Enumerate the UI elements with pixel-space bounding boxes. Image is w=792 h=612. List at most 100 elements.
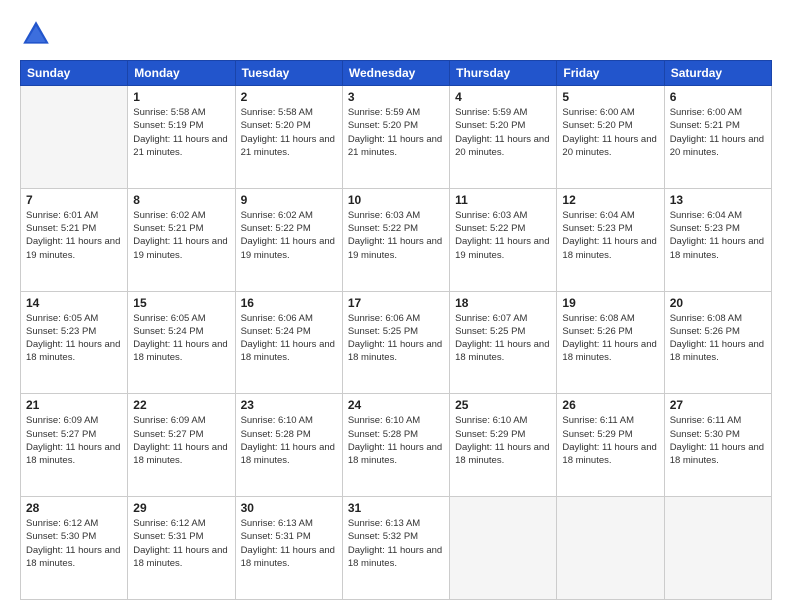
calendar-cell: 11 Sunrise: 6:03 AM Sunset: 5:22 PM Dayli… <box>450 188 557 291</box>
day-number: 1 <box>133 90 229 104</box>
calendar-cell: 2Sunrise: 5:58 AM Sunset: 5:20 PM Daylig… <box>235 86 342 189</box>
day-info: Sunrise: 6:03 AM Sunset: 5:22 PM Dayligh… <box>455 209 551 262</box>
day-info: Sunrise: 5:59 AM Sunset: 5:20 PM Dayligh… <box>348 106 444 159</box>
day-number: 24 <box>348 398 444 412</box>
day-info: Sunrise: 6:06 AM Sunset: 5:24 PM Dayligh… <box>241 312 337 365</box>
day-number: 19 <box>562 296 658 310</box>
page-header <box>20 18 772 50</box>
day-number: 11 <box>455 193 551 207</box>
calendar-cell: 22Sunrise: 6:09 AM Sunset: 5:27 PM Dayli… <box>128 394 235 497</box>
day-info: Sunrise: 6:02 AM Sunset: 5:21 PM Dayligh… <box>133 209 229 262</box>
column-header-thursday: Thursday <box>450 61 557 86</box>
calendar-cell: 27 Sunrise: 6:11 AM Sunset: 5:30 PM Dayli… <box>664 394 771 497</box>
calendar-cell: 20 Sunrise: 6:08 AM Sunset: 5:26 PM Dayli… <box>664 291 771 394</box>
day-info: Sunrise: 6:09 AM Sunset: 5:27 PM Dayligh… <box>133 414 229 467</box>
calendar-header-row: SundayMondayTuesdayWednesdayThursdayFrid… <box>21 61 772 86</box>
day-number: 10 <box>348 193 444 207</box>
day-info: Sunrise: 6:09 AM Sunset: 5:27 PM Dayligh… <box>26 414 122 467</box>
day-info: Sunrise: 6:12 AM Sunset: 5:31 PM Dayligh… <box>133 517 229 570</box>
day-number: 28 <box>26 501 122 515</box>
day-info: Sunrise: 6:03 AM Sunset: 5:22 PM Dayligh… <box>348 209 444 262</box>
day-number: 31 <box>348 501 444 515</box>
calendar-cell: 6 Sunrise: 6:00 AM Sunset: 5:21 PM Daylig… <box>664 86 771 189</box>
day-number: 3 <box>348 90 444 104</box>
day-info: Sunrise: 6:04 AM Sunset: 5:23 PM Dayligh… <box>670 209 766 262</box>
day-number: 18 <box>455 296 551 310</box>
calendar-cell <box>21 86 128 189</box>
calendar-week-4: 21 Sunrise: 6:09 AM Sunset: 5:27 PM Dayli… <box>21 394 772 497</box>
calendar-cell <box>450 497 557 600</box>
calendar-week-5: 28 Sunrise: 6:12 AM Sunset: 5:30 PM Dayli… <box>21 497 772 600</box>
calendar-cell: 26 Sunrise: 6:11 AM Sunset: 5:29 PM Dayli… <box>557 394 664 497</box>
day-number: 16 <box>241 296 337 310</box>
calendar-cell: 5Sunrise: 6:00 AM Sunset: 5:20 PM Daylig… <box>557 86 664 189</box>
day-info: Sunrise: 6:08 AM Sunset: 5:26 PM Dayligh… <box>670 312 766 365</box>
calendar-cell: 24 Sunrise: 6:10 AM Sunset: 5:28 PM Dayli… <box>342 394 449 497</box>
calendar-cell: 25Sunrise: 6:10 AM Sunset: 5:29 PM Dayli… <box>450 394 557 497</box>
day-number: 27 <box>670 398 766 412</box>
calendar-cell: 28 Sunrise: 6:12 AM Sunset: 5:30 PM Dayli… <box>21 497 128 600</box>
calendar-cell <box>557 497 664 600</box>
day-info: Sunrise: 6:05 AM Sunset: 5:24 PM Dayligh… <box>133 312 229 365</box>
day-info: Sunrise: 6:07 AM Sunset: 5:25 PM Dayligh… <box>455 312 551 365</box>
day-number: 15 <box>133 296 229 310</box>
day-number: 7 <box>26 193 122 207</box>
calendar-cell: 29Sunrise: 6:12 AM Sunset: 5:31 PM Dayli… <box>128 497 235 600</box>
column-header-friday: Friday <box>557 61 664 86</box>
calendar-cell: 19Sunrise: 6:08 AM Sunset: 5:26 PM Dayli… <box>557 291 664 394</box>
day-info: Sunrise: 6:13 AM Sunset: 5:31 PM Dayligh… <box>241 517 337 570</box>
calendar-cell: 14 Sunrise: 6:05 AM Sunset: 5:23 PM Dayli… <box>21 291 128 394</box>
calendar-week-1: 1Sunrise: 5:58 AM Sunset: 5:19 PM Daylig… <box>21 86 772 189</box>
calendar-cell: 8 Sunrise: 6:02 AM Sunset: 5:21 PM Daylig… <box>128 188 235 291</box>
calendar-week-3: 14 Sunrise: 6:05 AM Sunset: 5:23 PM Dayli… <box>21 291 772 394</box>
calendar-table: SundayMondayTuesdayWednesdayThursdayFrid… <box>20 60 772 600</box>
day-number: 23 <box>241 398 337 412</box>
column-header-tuesday: Tuesday <box>235 61 342 86</box>
day-info: Sunrise: 6:00 AM Sunset: 5:20 PM Dayligh… <box>562 106 658 159</box>
column-header-saturday: Saturday <box>664 61 771 86</box>
day-info: Sunrise: 6:02 AM Sunset: 5:22 PM Dayligh… <box>241 209 337 262</box>
day-info: Sunrise: 5:58 AM Sunset: 5:20 PM Dayligh… <box>241 106 337 159</box>
calendar-cell: 31Sunrise: 6:13 AM Sunset: 5:32 PM Dayli… <box>342 497 449 600</box>
day-number: 8 <box>133 193 229 207</box>
day-number: 20 <box>670 296 766 310</box>
calendar-cell: 9 Sunrise: 6:02 AM Sunset: 5:22 PM Daylig… <box>235 188 342 291</box>
day-number: 21 <box>26 398 122 412</box>
day-number: 17 <box>348 296 444 310</box>
day-number: 14 <box>26 296 122 310</box>
day-info: Sunrise: 6:11 AM Sunset: 5:30 PM Dayligh… <box>670 414 766 467</box>
day-number: 6 <box>670 90 766 104</box>
day-number: 9 <box>241 193 337 207</box>
calendar-cell: 23 Sunrise: 6:10 AM Sunset: 5:28 PM Dayli… <box>235 394 342 497</box>
day-info: Sunrise: 6:11 AM Sunset: 5:29 PM Dayligh… <box>562 414 658 467</box>
calendar-cell: 1Sunrise: 5:58 AM Sunset: 5:19 PM Daylig… <box>128 86 235 189</box>
day-info: Sunrise: 6:06 AM Sunset: 5:25 PM Dayligh… <box>348 312 444 365</box>
calendar-cell: 16 Sunrise: 6:06 AM Sunset: 5:24 PM Dayli… <box>235 291 342 394</box>
day-info: Sunrise: 6:04 AM Sunset: 5:23 PM Dayligh… <box>562 209 658 262</box>
day-number: 30 <box>241 501 337 515</box>
calendar-cell: 12 Sunrise: 6:04 AM Sunset: 5:23 PM Dayli… <box>557 188 664 291</box>
column-header-monday: Monday <box>128 61 235 86</box>
logo <box>20 18 56 50</box>
calendar-cell: 4Sunrise: 5:59 AM Sunset: 5:20 PM Daylig… <box>450 86 557 189</box>
calendar-cell: 18 Sunrise: 6:07 AM Sunset: 5:25 PM Dayli… <box>450 291 557 394</box>
day-info: Sunrise: 6:05 AM Sunset: 5:23 PM Dayligh… <box>26 312 122 365</box>
logo-icon <box>20 18 52 50</box>
calendar-week-2: 7 Sunrise: 6:01 AM Sunset: 5:21 PM Daylig… <box>21 188 772 291</box>
day-number: 26 <box>562 398 658 412</box>
calendar-cell: 30 Sunrise: 6:13 AM Sunset: 5:31 PM Dayli… <box>235 497 342 600</box>
day-number: 25 <box>455 398 551 412</box>
calendar-cell: 15 Sunrise: 6:05 AM Sunset: 5:24 PM Dayli… <box>128 291 235 394</box>
calendar-cell: 21 Sunrise: 6:09 AM Sunset: 5:27 PM Dayli… <box>21 394 128 497</box>
calendar-cell: 17 Sunrise: 6:06 AM Sunset: 5:25 PM Dayli… <box>342 291 449 394</box>
day-info: Sunrise: 6:01 AM Sunset: 5:21 PM Dayligh… <box>26 209 122 262</box>
day-number: 13 <box>670 193 766 207</box>
day-number: 12 <box>562 193 658 207</box>
calendar-cell: 3 Sunrise: 5:59 AM Sunset: 5:20 PM Daylig… <box>342 86 449 189</box>
calendar-cell: 10 Sunrise: 6:03 AM Sunset: 5:22 PM Dayli… <box>342 188 449 291</box>
day-info: Sunrise: 6:10 AM Sunset: 5:28 PM Dayligh… <box>348 414 444 467</box>
column-header-sunday: Sunday <box>21 61 128 86</box>
day-info: Sunrise: 6:10 AM Sunset: 5:28 PM Dayligh… <box>241 414 337 467</box>
day-info: Sunrise: 6:12 AM Sunset: 5:30 PM Dayligh… <box>26 517 122 570</box>
day-info: Sunrise: 6:00 AM Sunset: 5:21 PM Dayligh… <box>670 106 766 159</box>
